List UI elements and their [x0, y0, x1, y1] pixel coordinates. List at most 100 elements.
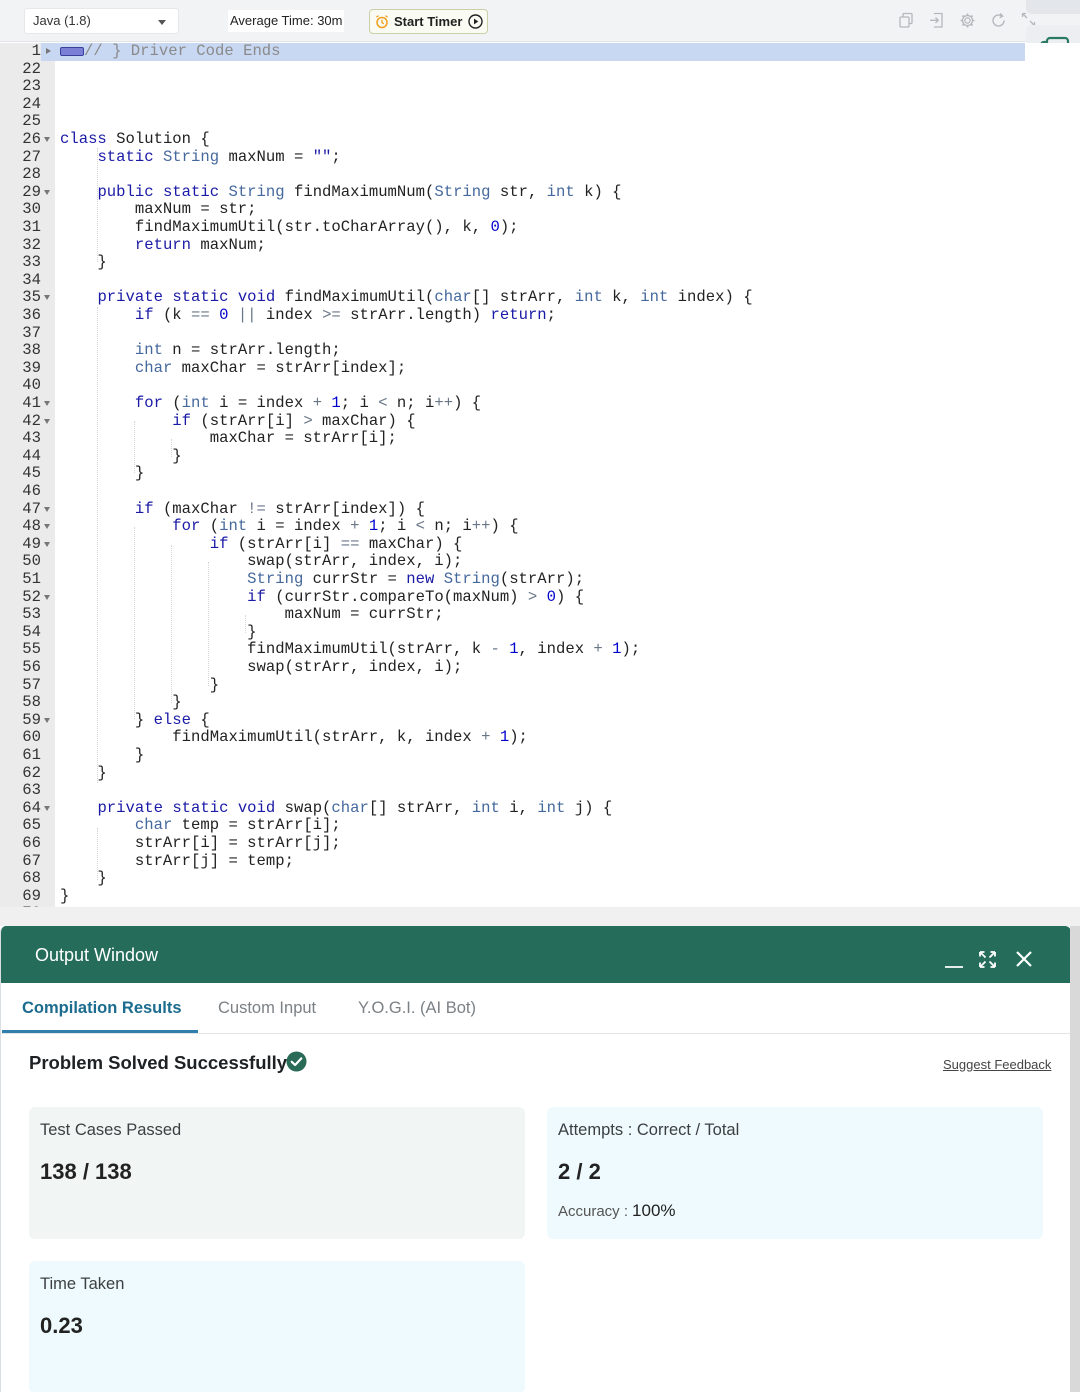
code-line[interactable]: 47 if (maxChar != strArr[index]) {: [0, 499, 1025, 519]
side-panel-tab[interactable]: [1026, 0, 1080, 14]
code-line[interactable]: 46: [0, 482, 1025, 501]
code-editor[interactable]: 1 // } Driver Code Ends 22 23 24 25 26 class So…: [0, 42, 1080, 926]
code-line[interactable]: 35 private static void findMaximumUtil(c…: [0, 289, 1025, 307]
code-text: }: [60, 886, 70, 905]
folded-code-widget[interactable]: [60, 47, 84, 56]
line-number: 22: [22, 59, 41, 78]
code-text: }: [60, 763, 107, 782]
line-number: 47: [22, 499, 41, 518]
attempts-card: Attempts : Correct / Total 2 / 2 Accurac…: [547, 1107, 1043, 1239]
code-line[interactable]: 25: [0, 113, 1025, 131]
fold-collapse-icon[interactable]: [44, 189, 50, 195]
code-line[interactable]: 49 if (strArr[i] == maxChar) {: [0, 535, 1025, 554]
fold-collapse-icon[interactable]: [44, 524, 50, 530]
code-line[interactable]: 28: [0, 166, 1025, 184]
attempts-label: Attempts : Correct / Total: [558, 1121, 740, 1139]
close-icon[interactable]: [1015, 950, 1033, 968]
code-line[interactable]: 44 }: [0, 447, 1025, 466]
tab-custom-input[interactable]: Custom Input: [218, 999, 316, 1032]
editor-bottom-bar: [0, 907, 1080, 926]
fold-collapse-icon[interactable]: [44, 541, 50, 547]
fold-expand-icon[interactable]: [46, 48, 51, 54]
gear-icon[interactable]: [959, 12, 976, 29]
code-line[interactable]: 40: [0, 377, 1025, 395]
code-line[interactable]: 26 class Solution {: [0, 130, 1025, 149]
code-line[interactable]: 30 maxNum = str;: [0, 201, 1025, 219]
suggest-feedback-link[interactable]: Suggest Feedback: [943, 1057, 1051, 1072]
code-line[interactable]: 56 swap(strArr, index, i);: [0, 658, 1025, 677]
line-number: 55: [22, 640, 41, 659]
code-line[interactable]: 23: [0, 78, 1025, 96]
attempts-value: 2 / 2: [558, 1159, 601, 1184]
code-line[interactable]: 62 }: [0, 763, 1025, 783]
code-line[interactable]: 32 return maxNum;: [0, 236, 1025, 255]
code-line[interactable]: 1 // } Driver Code Ends: [0, 42, 1025, 61]
code-line[interactable]: 67 strArr[j] = temp;: [0, 852, 1025, 871]
line-number: 33: [22, 253, 41, 272]
code-line[interactable]: 66 strArr[i] = strArr[j];: [0, 834, 1025, 853]
code-text: }: [60, 622, 257, 641]
code-line[interactable]: 43 maxChar = strArr[i];: [0, 430, 1025, 448]
fold-collapse-icon[interactable]: [44, 295, 50, 301]
fold-collapse-icon[interactable]: [44, 717, 50, 723]
code-line[interactable]: 69}: [0, 886, 1025, 906]
language-select[interactable]: Java (1.8): [24, 8, 179, 34]
maximize-icon[interactable]: [978, 950, 997, 969]
line-number: 56: [22, 658, 41, 676]
fold-collapse-icon[interactable]: [44, 137, 50, 142]
code-line[interactable]: 51 String currStr = new String(strArr);: [0, 570, 1025, 589]
copy-icon[interactable]: [898, 12, 914, 29]
start-timer-button[interactable]: Start Timer: [369, 9, 488, 34]
minimize-icon[interactable]: [944, 949, 964, 969]
code-line[interactable]: 64 private static void swap(char[] strAr…: [0, 798, 1025, 818]
fold-collapse-icon[interactable]: [44, 401, 50, 406]
line-number: 36: [22, 306, 41, 324]
code-line[interactable]: 65 char temp = strArr[i];: [0, 817, 1025, 835]
code-line[interactable]: 55 findMaximumUtil(strArr, k - 1, index …: [0, 641, 1025, 659]
code-line[interactable]: 52 if (currStr.compareTo(maxNum) > 0) {: [0, 587, 1025, 607]
code-text: maxNum = str;: [60, 200, 257, 219]
code-line[interactable]: 39 char maxChar = strArr[index];: [0, 359, 1025, 378]
code-line[interactable]: 45 }: [0, 465, 1025, 483]
code-line[interactable]: 54 }: [0, 622, 1025, 642]
reset-icon[interactable]: [990, 12, 1007, 29]
code-text: char temp = strArr[i];: [134, 816, 341, 835]
tab-yogi-ai-bot[interactable]: Y.O.G.I. (AI Bot): [358, 999, 476, 1032]
fold-collapse-icon[interactable]: [44, 594, 50, 600]
tab-compilation-results[interactable]: Compilation Results: [22, 999, 182, 1032]
code-text: String currStr = new String(strArr);: [247, 570, 585, 588]
code-line[interactable]: 58 }: [0, 694, 1025, 712]
import-icon[interactable]: [929, 12, 945, 29]
code-line[interactable]: 34: [0, 271, 1025, 290]
code-line[interactable]: 38 int n = strArr.length;: [0, 341, 1025, 360]
code-line[interactable]: 24: [0, 95, 1025, 114]
code-line[interactable]: 31 findMaximumUtil(str.toCharArray(), k,…: [0, 218, 1025, 237]
code-line[interactable]: 37: [0, 324, 1025, 343]
code-line[interactable]: 48 for (int i = index + 1; i < n; i++) {: [0, 517, 1025, 536]
code-line[interactable]: 27 static String maxNum = "";: [0, 148, 1025, 167]
play-circle-icon: [468, 14, 483, 29]
code-line[interactable]: 41 for (int i = index + 1; i < n; i++) {: [0, 394, 1025, 413]
code-line[interactable]: 42 if (strArr[i] > maxChar) {: [0, 412, 1025, 431]
line-number: 52: [22, 587, 41, 606]
code-line[interactable]: 53 maxNum = currStr;: [0, 606, 1025, 624]
code-line[interactable]: 33 }: [0, 254, 1025, 272]
line-number: 43: [22, 429, 41, 448]
code-line[interactable]: 59 } else {: [0, 711, 1025, 730]
code-text: }: [60, 675, 220, 694]
code-line[interactable]: 29 public static String findMaximumNum(S…: [0, 183, 1025, 202]
code-line[interactable]: 22: [0, 59, 1025, 79]
code-line[interactable]: 36 if (k == 0 || index >= strArr.length)…: [0, 306, 1025, 325]
code-line[interactable]: 50 swap(strArr, index, i);: [0, 553, 1025, 571]
fold-collapse-icon[interactable]: [44, 506, 50, 512]
time-taken-card: Time Taken 0.23: [29, 1261, 525, 1392]
fold-collapse-icon[interactable]: [44, 805, 50, 811]
line-number: 64: [22, 798, 41, 817]
output-scrollbar[interactable]: [1070, 926, 1080, 1392]
fold-collapse-icon[interactable]: [44, 418, 50, 424]
code-line[interactable]: 61 }: [0, 746, 1025, 765]
code-line[interactable]: 63: [0, 782, 1025, 800]
code-line[interactable]: 60 findMaximumUtil(strArr, k, index + 1)…: [0, 729, 1025, 747]
code-line[interactable]: 57 }: [0, 675, 1025, 695]
code-line[interactable]: 68 }: [0, 870, 1025, 888]
